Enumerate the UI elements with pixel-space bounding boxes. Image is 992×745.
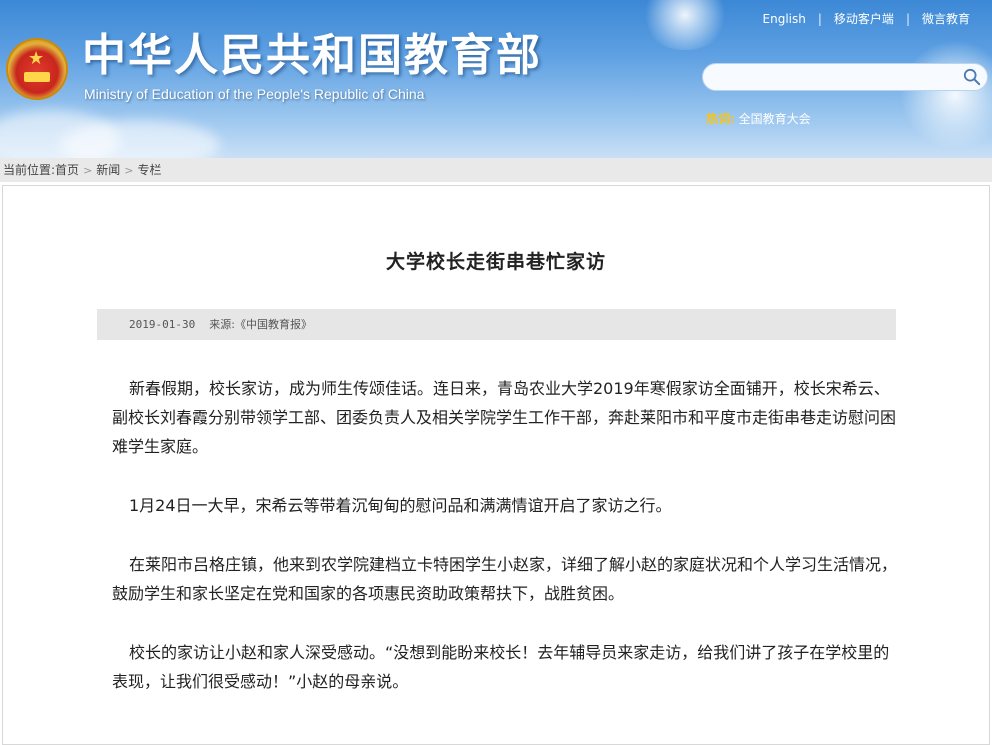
breadcrumb: 当前位置:首页 > 新闻 > 专栏: [0, 158, 992, 182]
article-paragraph: 在莱阳市吕格庄镇，他来到农学院建档立卡特困学生小赵家，详细了解小赵的家庭状况和个…: [112, 555, 898, 603]
article-title: 大学校长走街串巷忙家访: [385, 251, 606, 273]
article-meta: 2019-01-30 来源:《中国教育报》: [97, 309, 896, 340]
national-emblem-icon[interactable]: ★: [6, 38, 68, 100]
article-source: 来源:《中国教育报》: [209, 318, 312, 331]
link-separator: |: [905, 12, 910, 26]
article-paragraph: 新春假期，校长家访，成为师生传颂佳话。连日来，青岛农业大学2019年寒假家访全面…: [112, 379, 897, 456]
english-link[interactable]: English: [763, 12, 806, 26]
search-box: [702, 63, 988, 92]
mobile-client-link[interactable]: 移动客户端: [834, 12, 894, 26]
article-body: 新春假期，校长家访，成为师生传颂佳话。连日来，青岛农业大学2019年寒假家访全面…: [112, 374, 902, 726]
weiyan-link[interactable]: 微言教育: [922, 12, 970, 26]
breadcrumb-prefix: 当前位置:: [3, 163, 56, 177]
dandelion-decoration: [640, 0, 730, 50]
dandelion-decoration: [900, 40, 992, 150]
article-paragraph: 1月24日一大早，宋希云等带着沉甸甸的慰问品和满满情谊开启了家访之行。: [129, 496, 672, 515]
top-links: English | 移动客户端 | 微言教育: [763, 10, 970, 27]
chevron-right-icon: >: [124, 164, 134, 177]
search-icon[interactable]: [963, 68, 981, 86]
article-paragraph: 校长的家访让小赵和家人深受感动。“没想到能盼来校长！去年辅导员来家走访，给我们讲…: [112, 643, 890, 691]
hot-words: 热词: 全国教育大会: [706, 110, 811, 127]
breadcrumb-home[interactable]: 首页: [55, 163, 79, 177]
site-subtitle: Ministry of Education of the People's Re…: [84, 86, 425, 102]
breadcrumb-news[interactable]: 新闻: [96, 163, 120, 177]
article-date: 2019-01-30: [129, 318, 196, 331]
site-header: ★ 中华人民共和国教育部 Ministry of Education of th…: [0, 0, 992, 158]
hot-word-link[interactable]: 全国教育大会: [739, 112, 811, 126]
search-input[interactable]: [715, 64, 959, 92]
site-title[interactable]: 中华人民共和国教育部: [82, 30, 542, 82]
breadcrumb-column[interactable]: 专栏: [138, 163, 162, 177]
hot-words-label: 热词:: [706, 112, 735, 126]
chevron-right-icon: >: [83, 164, 93, 177]
link-separator: |: [817, 12, 822, 26]
